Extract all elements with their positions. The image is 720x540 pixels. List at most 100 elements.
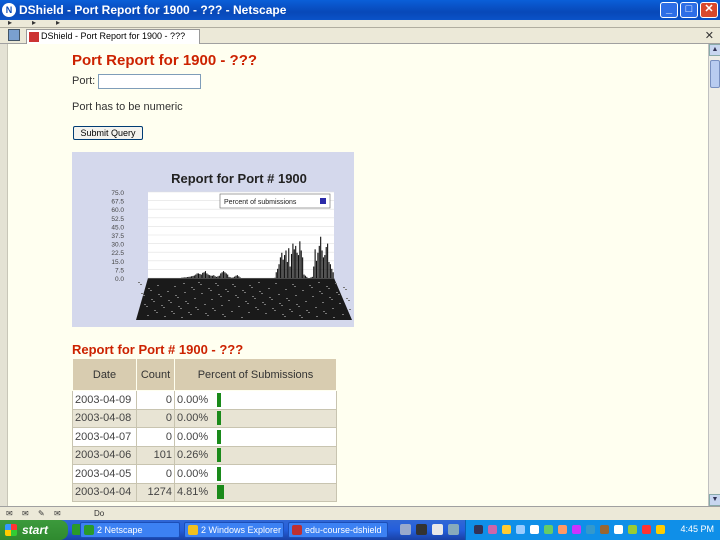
tray-messenger-icon[interactable] [656, 525, 665, 534]
floor-texture [167, 291, 169, 292]
tray-shield-icon[interactable] [502, 525, 511, 534]
floor-texture [174, 286, 176, 287]
chart-bar [311, 276, 313, 278]
port-input[interactable] [98, 74, 201, 89]
header-percent[interactable]: Percent of Submissions [174, 358, 337, 391]
tray-sync-icon[interactable] [516, 525, 525, 534]
floor-texture [305, 301, 307, 302]
percent-bar [217, 485, 225, 500]
floor-texture [291, 311, 293, 312]
tray-volume-icon[interactable] [530, 525, 539, 534]
chart-bar [224, 272, 226, 278]
floor-texture [271, 299, 273, 300]
chart-bar [197, 273, 200, 278]
forward-arrow-icon[interactable]: ▸ [32, 18, 36, 27]
home-icon[interactable] [8, 29, 20, 41]
taskbar-item-document[interactable]: edu-course-dshield [288, 522, 388, 538]
tab-close-icon[interactable]: ✕ [705, 29, 714, 42]
tray-antivirus-icon[interactable] [642, 525, 651, 534]
percent-bar [217, 448, 221, 463]
floor-texture [214, 310, 216, 311]
chart-bar [188, 276, 190, 278]
chart-bar [286, 261, 288, 278]
floor-texture [225, 289, 227, 290]
floor-texture [143, 295, 145, 296]
floor-texture [178, 306, 180, 307]
floor-texture [144, 304, 146, 305]
taskbar-item-netscape[interactable]: 2 Netscape [80, 522, 180, 538]
chart-bar [320, 236, 322, 278]
window-titlebar[interactable]: N DShield - Port Report for 1900 - ??? -… [0, 0, 720, 20]
floor-texture [200, 284, 202, 285]
floor-texture [218, 294, 220, 295]
chart-bar [203, 272, 205, 278]
start-button[interactable]: start [0, 520, 68, 540]
chart-bar [289, 266, 291, 278]
minimize-button[interactable]: _ [660, 2, 678, 18]
floor-texture [221, 305, 223, 306]
floor-texture [295, 295, 297, 296]
header-count[interactable]: Count [136, 358, 175, 391]
tray-mail-icon[interactable] [572, 525, 581, 534]
scroll-up-icon[interactable]: ▲ [709, 44, 720, 56]
quicklaunch-console-icon[interactable] [416, 524, 427, 535]
floor-texture [204, 304, 206, 305]
floor-texture [269, 297, 271, 298]
tray-display-icon[interactable] [586, 525, 595, 534]
table-header-row: Date Count Percent of Submissions [72, 358, 337, 391]
cell-percent: 0.00% [174, 408, 337, 428]
tray-printer-icon[interactable] [600, 525, 609, 534]
cell-count: 0 [136, 464, 175, 484]
floor-texture [207, 315, 209, 316]
chart-bar [314, 249, 316, 278]
chart-bar [210, 275, 212, 278]
chart-bar [225, 273, 227, 278]
floor-texture [228, 300, 230, 301]
taskbar-item-explorer[interactable]: 2 Windows Explorer [184, 522, 284, 538]
floor-texture [298, 306, 300, 307]
quicklaunch-window-icon[interactable] [432, 524, 443, 535]
scroll-thumb[interactable] [710, 60, 720, 88]
quicklaunch-browser-icon[interactable] [448, 524, 459, 535]
chart-bar [281, 252, 283, 278]
tray-tool-icon[interactable] [614, 525, 623, 534]
chart-bar [199, 273, 201, 278]
table-row: 2003-04-09 0 0.00% [72, 390, 337, 410]
floor-texture [191, 287, 193, 288]
tab-port-report[interactable]: DShield - Port Report for 1900 - ??? [26, 29, 200, 44]
chart-bar [234, 276, 236, 278]
port-label: Port: [72, 75, 96, 87]
floor-texture [348, 300, 350, 301]
header-date[interactable]: Date [72, 358, 137, 391]
submit-query-button[interactable]: Submit Query [73, 126, 143, 140]
quicklaunch-tool-icon[interactable] [400, 524, 411, 535]
vertical-scrollbar[interactable]: ▲ ▼ [708, 44, 720, 506]
cell-count: 0 [136, 390, 175, 410]
tab-label: DShield - Port Report for 1900 - ??? [41, 31, 186, 41]
y-tick-label: 15.0 [111, 259, 124, 266]
windows-taskbar: start 2 Netscape 2 Windows Explorer edu-… [0, 520, 720, 540]
floor-texture [237, 297, 239, 298]
chart-bar [296, 252, 298, 278]
tray-status-icon[interactable] [544, 525, 553, 534]
floor-texture [316, 316, 318, 317]
floor-texture [193, 289, 195, 290]
tray-app-icon[interactable] [488, 525, 497, 534]
tray-alert-icon[interactable] [558, 525, 567, 534]
back-arrow-icon[interactable]: ▸ [8, 18, 12, 27]
reload-arrow-icon[interactable]: ▸ [56, 18, 60, 27]
scroll-down-icon[interactable]: ▼ [709, 494, 720, 506]
maximize-button[interactable]: □ [680, 2, 698, 18]
close-button[interactable]: ✕ [700, 2, 718, 18]
percent-bar [217, 392, 221, 407]
floor-texture [190, 314, 192, 315]
tray-update-icon[interactable] [628, 525, 637, 534]
floor-texture [164, 316, 166, 317]
floor-texture [183, 283, 185, 284]
floor-texture [184, 292, 186, 293]
floor-texture [336, 292, 338, 293]
floor-texture [242, 290, 244, 291]
tray-network-icon[interactable] [474, 525, 483, 534]
chart-bar [217, 276, 219, 278]
floor-texture [286, 298, 288, 299]
